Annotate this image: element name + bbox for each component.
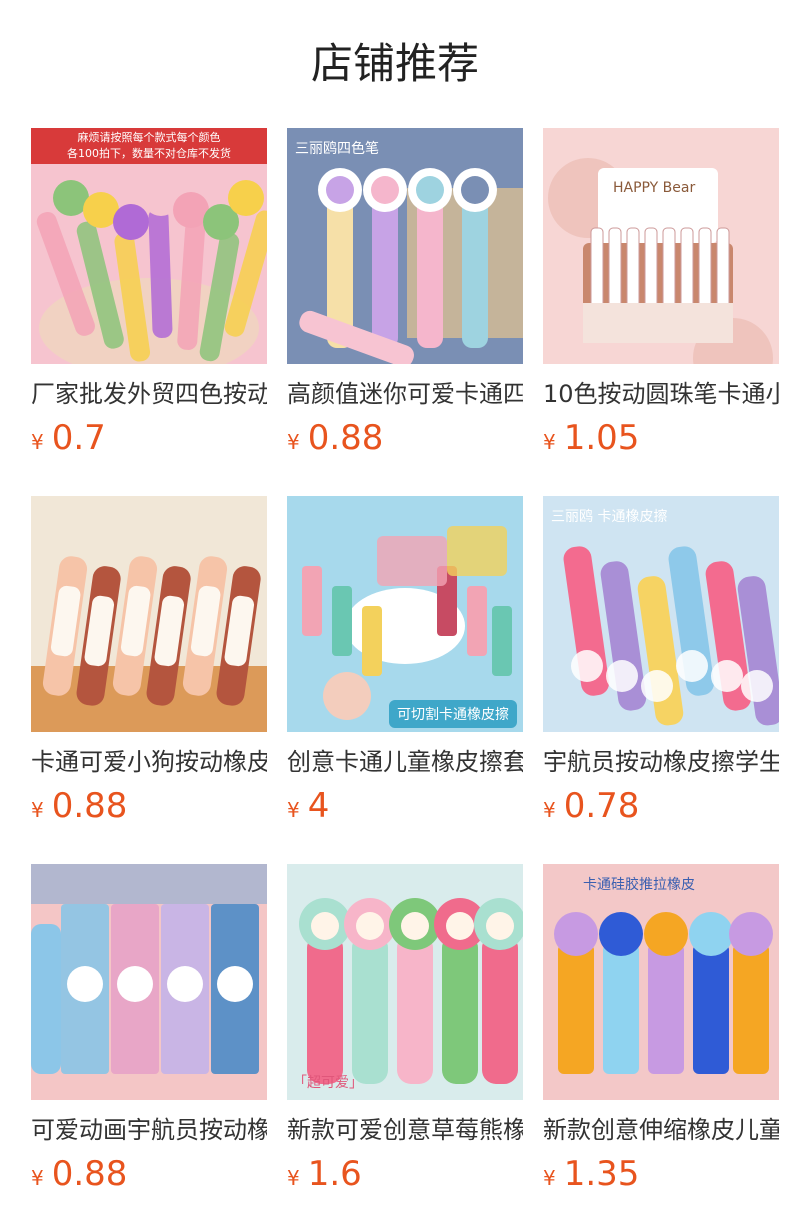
product-price: ¥0.78 xyxy=(543,786,779,830)
product-name[interactable]: 宇航员按动橡皮擦学生用 xyxy=(543,746,779,778)
image-banner-text: 麻烦请按照每个款式每个颜色 各100拍下，数量不对仓库不发货 xyxy=(31,128,267,164)
product-card[interactable]: 三丽鸥四色笔高颜值迷你可爱卡通四色笔 ¥0.88 xyxy=(287,128,523,496)
image-caption-text: 卡通硅胶推拉橡皮 xyxy=(583,877,695,893)
product-price: ¥0.7 xyxy=(31,418,267,462)
image-caption-text: 三丽鸥四色笔 xyxy=(295,141,379,157)
price-amount: 0.78 xyxy=(563,786,640,826)
product-image[interactable] xyxy=(31,864,267,1100)
product-card[interactable]: 麻烦请按照每个款式每个颜色 各100拍下，数量不对仓库不发货厂家批发外贸四色按动… xyxy=(31,128,267,496)
price-amount: 0.88 xyxy=(51,786,128,826)
product-price: ¥1.6 xyxy=(287,1154,523,1198)
product-card[interactable]: 可爱动画宇航员按动橡皮擦 ¥0.88 xyxy=(31,864,267,1232)
product-card[interactable]: 卡通可爱小狗按动橡皮擦 ¥0.88 xyxy=(31,496,267,864)
image-caption-text: 「超可爱」 xyxy=(293,1075,363,1091)
product-price: ¥1.05 xyxy=(543,418,779,462)
price-amount: 0.88 xyxy=(51,1154,128,1194)
currency-symbol: ¥ xyxy=(31,430,44,454)
product-price: ¥0.88 xyxy=(287,418,523,462)
product-name[interactable]: 新款可爱创意草莓熊橡皮擦 xyxy=(287,1114,523,1146)
price-amount: 1.35 xyxy=(563,1154,640,1194)
currency-symbol: ¥ xyxy=(31,798,44,822)
price-amount: 4 xyxy=(307,786,330,826)
product-photo-illustration xyxy=(543,128,779,364)
image-caption-text: 三丽鸥 卡通橡皮擦 xyxy=(551,509,668,525)
price-amount: 0.88 xyxy=(307,418,384,458)
image-caption-text: HAPPY Bear xyxy=(613,180,696,196)
price-amount: 1.6 xyxy=(307,1154,362,1194)
product-photo-illustration xyxy=(287,128,523,364)
product-photo-illustration xyxy=(31,864,267,1100)
product-card[interactable]: 卡通硅胶推拉橡皮新款创意伸缩橡皮儿童 ¥1.35 xyxy=(543,864,779,1232)
currency-symbol: ¥ xyxy=(543,1166,556,1190)
currency-symbol: ¥ xyxy=(287,430,300,454)
product-name[interactable]: 新款创意伸缩橡皮儿童 xyxy=(543,1114,779,1146)
product-name[interactable]: 卡通可爱小狗按动橡皮擦 xyxy=(31,746,267,778)
currency-symbol: ¥ xyxy=(287,1166,300,1190)
product-price: ¥1.35 xyxy=(543,1154,779,1198)
currency-symbol: ¥ xyxy=(287,798,300,822)
product-card[interactable]: HAPPY Bear 10色按动圆珠笔卡通小熊 ¥1.05 xyxy=(543,128,779,496)
currency-symbol: ¥ xyxy=(31,1166,44,1190)
product-image[interactable] xyxy=(31,496,267,732)
product-card[interactable]: 「超可爱」新款可爱创意草莓熊橡皮擦 ¥1.6 xyxy=(287,864,523,1232)
product-image[interactable]: 卡通硅胶推拉橡皮 xyxy=(543,864,779,1100)
product-photo-illustration xyxy=(31,496,267,732)
product-image[interactable]: 可切割卡通橡皮擦 xyxy=(287,496,523,732)
product-name[interactable]: 高颜值迷你可爱卡通四色笔 xyxy=(287,378,523,410)
product-name[interactable]: 创意卡通儿童橡皮擦套装 xyxy=(287,746,523,778)
product-price: ¥0.88 xyxy=(31,786,267,830)
currency-symbol: ¥ xyxy=(543,430,556,454)
product-image[interactable]: 三丽鸥四色笔 xyxy=(287,128,523,364)
product-photo-illustration xyxy=(543,864,779,1100)
page-title: 店铺推荐 xyxy=(310,39,479,88)
currency-symbol: ¥ xyxy=(543,798,556,822)
product-image[interactable]: 「超可爱」 xyxy=(287,864,523,1100)
product-photo-illustration xyxy=(287,496,523,732)
product-photo-illustration xyxy=(543,496,779,732)
product-image[interactable]: 麻烦请按照每个款式每个颜色 各100拍下，数量不对仓库不发货 xyxy=(31,128,267,364)
image-badge-text: 可切割卡通橡皮擦 xyxy=(389,700,517,728)
product-image[interactable]: 三丽鸥 卡通橡皮擦 xyxy=(543,496,779,732)
product-card[interactable]: 三丽鸥 卡通橡皮擦宇航员按动橡皮擦学生用 ¥0.78 xyxy=(543,496,779,864)
product-photo-illustration xyxy=(287,864,523,1100)
product-grid: 麻烦请按照每个款式每个颜色 各100拍下，数量不对仓库不发货厂家批发外贸四色按动… xyxy=(31,128,779,1232)
price-amount: 1.05 xyxy=(563,418,640,458)
product-image[interactable]: HAPPY Bear xyxy=(543,128,779,364)
product-price: ¥0.88 xyxy=(31,1154,267,1198)
product-price: ¥4 xyxy=(287,786,523,830)
product-name[interactable]: 10色按动圆珠笔卡通小熊 xyxy=(543,378,779,410)
product-card[interactable]: 可切割卡通橡皮擦创意卡通儿童橡皮擦套装 ¥4 xyxy=(287,496,523,864)
product-name[interactable]: 厂家批发外贸四色按动圆珠笔 xyxy=(31,378,267,410)
price-amount: 0.7 xyxy=(51,418,106,458)
product-name[interactable]: 可爱动画宇航员按动橡皮擦 xyxy=(31,1114,267,1146)
